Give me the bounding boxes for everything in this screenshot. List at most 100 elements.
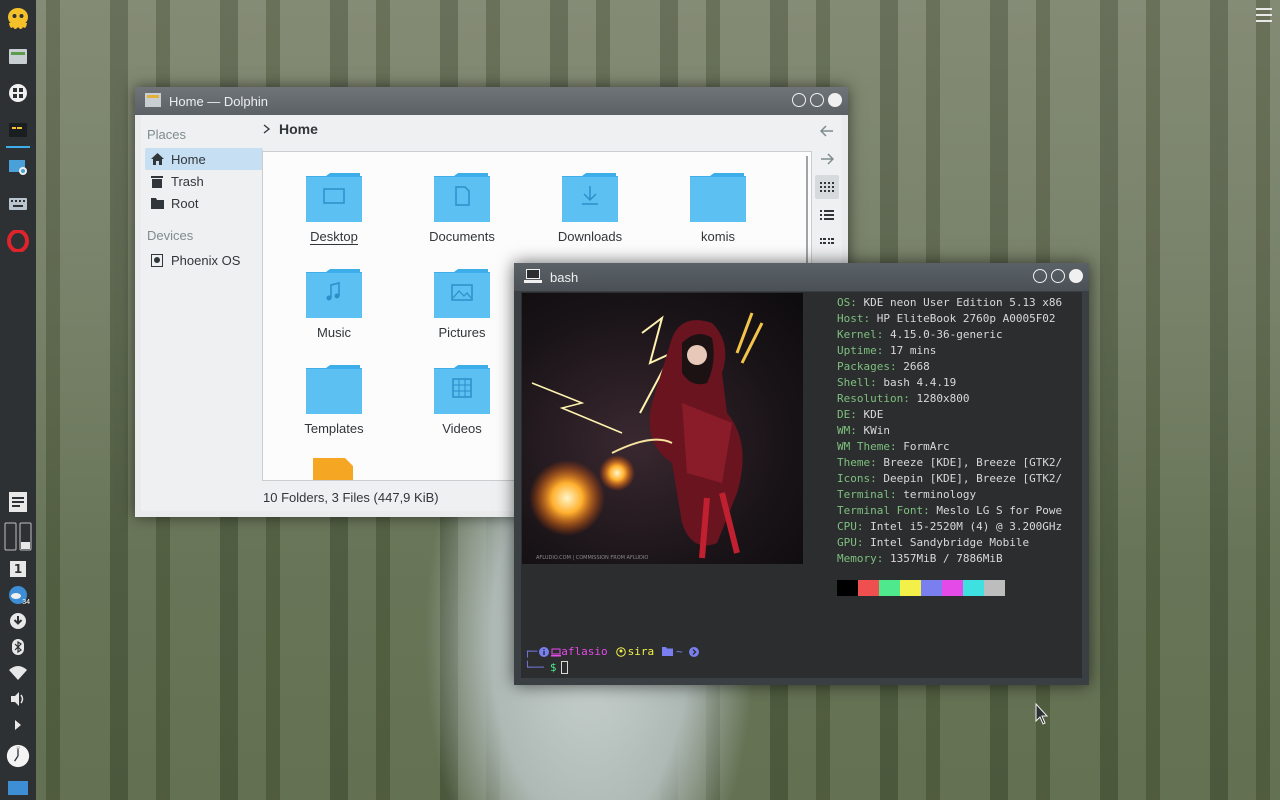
terminal-titlebar[interactable]: bash bbox=[514, 263, 1089, 291]
terminal-body[interactable]: AFLUDIO.COM | COMMISSION FROM AFLUDIO OS… bbox=[521, 292, 1082, 678]
maximize-button[interactable] bbox=[1051, 269, 1065, 283]
grid-view-icon bbox=[820, 182, 834, 192]
svg-text:12: 12 bbox=[16, 746, 20, 750]
devices-item-phoenix-os[interactable]: Phoenix OS bbox=[145, 249, 263, 271]
folder-icon bbox=[690, 173, 746, 222]
places-item-label: Home bbox=[171, 151, 206, 167]
desktop-number-icon[interactable]: 1 bbox=[6, 558, 30, 580]
pictures-folder-icon bbox=[434, 269, 490, 318]
info-row: Host: HP EliteBook 2760p A0005F02 bbox=[837, 312, 1056, 325]
file-icon bbox=[313, 458, 353, 480]
color-swatch bbox=[879, 580, 900, 596]
octopus-logo-icon[interactable] bbox=[4, 5, 32, 33]
places-item-home[interactable]: Home bbox=[145, 148, 263, 170]
weather-temp: 34 bbox=[22, 599, 30, 606]
back-button[interactable] bbox=[815, 119, 839, 143]
color-swatch bbox=[858, 580, 879, 596]
places-item-trash[interactable]: Trash bbox=[145, 170, 263, 192]
text-cursor bbox=[560, 661, 568, 674]
file-item-documents[interactable]: Documents bbox=[407, 172, 517, 244]
compact-view-icon bbox=[820, 238, 834, 244]
terminal-window: bash AFLUDIO.COM | COMMISSION FROM AFLUD… bbox=[514, 263, 1089, 685]
info-row: Theme: Breeze [KDE], Breeze [GTK2/ bbox=[837, 456, 1063, 469]
file-item-label: Downloads bbox=[557, 229, 623, 244]
file-item-label: Pictures bbox=[438, 325, 486, 340]
color-swatch bbox=[921, 580, 942, 596]
info-row: OS: KDE neon User Edition 5.13 x86 bbox=[837, 296, 1063, 309]
details-view-button[interactable] bbox=[815, 203, 839, 227]
folder-icon bbox=[151, 197, 165, 209]
pager-icon[interactable] bbox=[2, 520, 34, 554]
screenshot-icon[interactable] bbox=[4, 153, 32, 181]
terminal-icon[interactable] bbox=[4, 116, 32, 148]
file-item-music[interactable]: Music bbox=[279, 268, 389, 340]
prompt-input-line[interactable]: └── $ bbox=[524, 661, 568, 674]
prompt-line: ┌─ aflasio sira ~ bbox=[524, 645, 699, 658]
info-row: Icons: Deepin [KDE], Breeze [GTK2/ bbox=[837, 472, 1063, 485]
show-desktop-icon[interactable] bbox=[6, 776, 30, 798]
desktop-folder-icon bbox=[306, 173, 362, 222]
status-bar-text: 10 Folders, 3 Files (447,9 KiB) bbox=[263, 490, 439, 505]
info-row: DE: KDE bbox=[837, 408, 884, 421]
wifi-icon[interactable] bbox=[6, 662, 30, 684]
places-item-label: Root bbox=[171, 195, 199, 211]
file-item-label: Music bbox=[317, 325, 351, 340]
menu-icon[interactable] bbox=[1256, 7, 1272, 23]
laptop-icon bbox=[551, 648, 562, 656]
maximize-button[interactable] bbox=[810, 93, 824, 107]
clock-icon[interactable]: 12 bbox=[6, 740, 30, 772]
expand-arrow-icon[interactable] bbox=[6, 714, 30, 736]
arrow-right-icon bbox=[821, 153, 834, 165]
info-row: Shell: bash 4.4.19 bbox=[837, 376, 957, 389]
file-item-label: Videos bbox=[442, 421, 482, 436]
drive-icon bbox=[151, 253, 165, 267]
info-row: CPU: Intel i5-2520M (4) @ 3.200GHz bbox=[837, 520, 1063, 533]
weather-icon[interactable]: 34 bbox=[6, 584, 30, 606]
breadcrumb-home[interactable]: Home bbox=[279, 121, 318, 137]
download-icon[interactable] bbox=[6, 610, 30, 632]
color-palette bbox=[837, 580, 1005, 596]
system-info: OS: KDE neon User Edition 5.13 x86 Host: … bbox=[837, 295, 1062, 567]
dolphin-file-manager-icon[interactable] bbox=[4, 42, 32, 70]
dolphin-window-title: Home — Dolphin bbox=[169, 93, 268, 109]
music-folder-icon bbox=[306, 269, 362, 318]
home-icon bbox=[151, 153, 165, 165]
minimize-button[interactable] bbox=[792, 93, 806, 107]
notes-icon[interactable] bbox=[6, 488, 30, 516]
terminal-app-icon bbox=[524, 268, 542, 287]
prompt-symbol: $ bbox=[549, 661, 557, 674]
volume-icon[interactable] bbox=[6, 688, 30, 710]
file-item-komis[interactable]: komis bbox=[663, 172, 773, 244]
folder-icon bbox=[662, 647, 674, 656]
opera-browser-icon[interactable] bbox=[4, 227, 32, 255]
mouse-pointer-icon bbox=[1035, 703, 1049, 725]
info-row: Terminal: terminology bbox=[837, 488, 977, 501]
close-button[interactable] bbox=[828, 93, 842, 107]
places-item-label: Trash bbox=[171, 173, 204, 189]
bluetooth-icon[interactable] bbox=[6, 636, 30, 658]
compact-view-button[interactable] bbox=[815, 231, 839, 255]
icons-view-button[interactable] bbox=[815, 175, 839, 199]
file-item-downloads[interactable]: Downloads bbox=[535, 172, 645, 244]
close-button[interactable] bbox=[1069, 269, 1083, 283]
file-item-templates[interactable]: Templates bbox=[279, 364, 389, 436]
file-item-desktop[interactable]: Desktop bbox=[279, 172, 389, 245]
file-item-partial[interactable] bbox=[303, 456, 363, 480]
file-item-videos[interactable]: Videos bbox=[407, 364, 517, 436]
breadcrumb[interactable]: Home bbox=[263, 121, 318, 137]
file-item-pictures[interactable]: Pictures bbox=[407, 268, 517, 340]
windows-grid-icon[interactable] bbox=[4, 79, 32, 107]
desktop-number: 1 bbox=[10, 561, 26, 577]
prompt-host: sira bbox=[627, 645, 655, 658]
file-item-label: komis bbox=[701, 229, 735, 244]
info-icon bbox=[539, 646, 550, 657]
list-view-icon bbox=[820, 210, 834, 220]
minimize-button[interactable] bbox=[1033, 269, 1047, 283]
chevron-circle-icon bbox=[688, 646, 699, 657]
places-item-root[interactable]: Root bbox=[145, 192, 263, 214]
dolphin-titlebar[interactable]: Home — Dolphin bbox=[135, 87, 848, 115]
forward-button[interactable] bbox=[815, 147, 839, 171]
info-row: WM: KWin bbox=[837, 424, 890, 437]
keyboard-icon[interactable] bbox=[4, 190, 32, 218]
info-row: WM Theme: FormArc bbox=[837, 440, 950, 453]
